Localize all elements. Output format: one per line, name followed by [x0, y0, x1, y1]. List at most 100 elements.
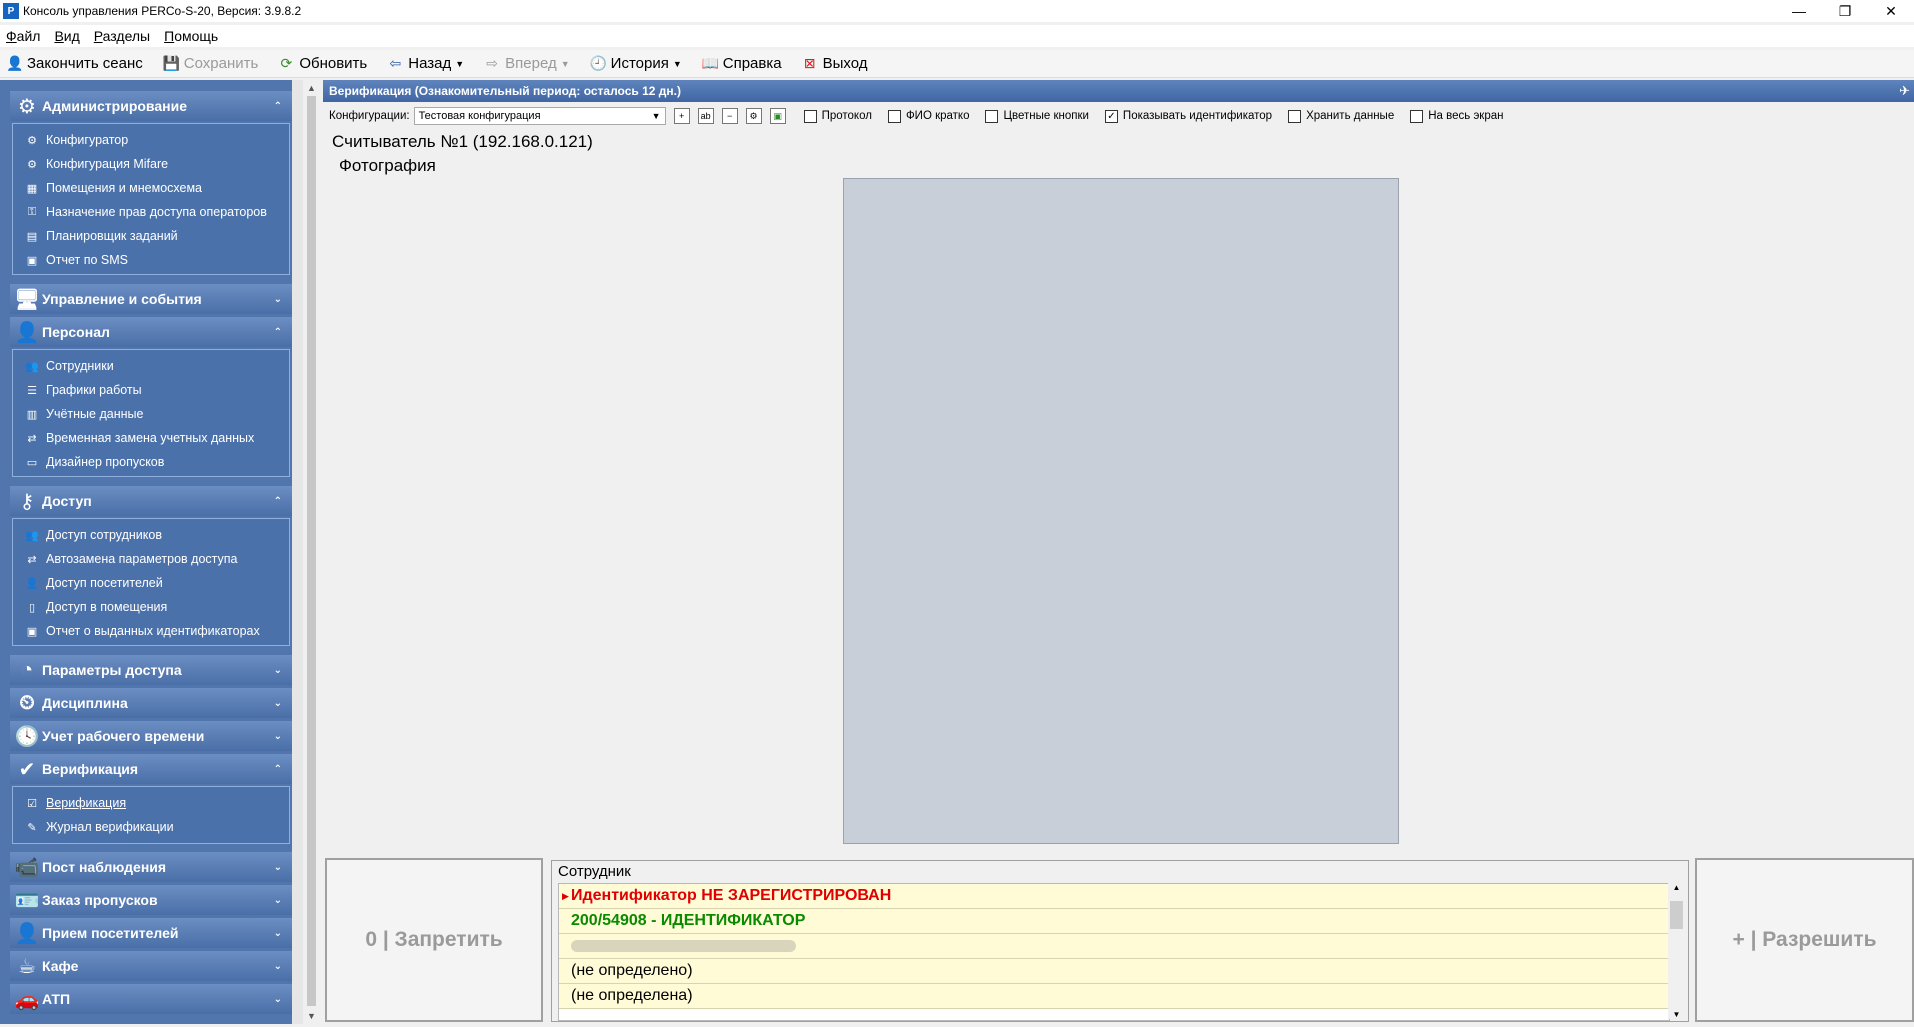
scroll-up-icon[interactable]: ▲: [1668, 883, 1685, 892]
photo-label: Фотография: [339, 156, 436, 175]
close-icon[interactable]: ✕: [1868, 0, 1914, 22]
chevron-down-icon[interactable]: ⌄: [274, 698, 282, 709]
section-control[interactable]: 🖥 Управление и события ⌄: [10, 284, 292, 314]
chevron-down-icon[interactable]: ⌄: [274, 731, 282, 742]
checkbox-show-identifier[interactable]: ✓ Показывать идентификатор: [1104, 109, 1272, 123]
sidebar-scrollbar[interactable]: ▲ ▼: [303, 80, 320, 1024]
monitor-icon[interactable]: ▣: [769, 108, 786, 124]
menu-view[interactable]: Вид: [54, 28, 79, 44]
section-pass-orders[interactable]: 🪪 Заказ пропусков ⌄: [10, 885, 292, 915]
sidebar-item-verification[interactable]: ☑ Верификация: [13, 791, 289, 815]
chevron-down-icon[interactable]: ⌄: [274, 928, 282, 939]
sidebar-item-rooms[interactable]: ▦ Помещения и мнемосхема: [13, 176, 289, 200]
checkbox-colored-buttons[interactable]: Цветные кнопки: [985, 109, 1089, 123]
sidebar-item-scheduler[interactable]: ▤ Планировщик заданий: [13, 224, 289, 248]
chevron-up-icon[interactable]: ⌃: [274, 101, 282, 112]
table-row[interactable]: (не определено): [559, 959, 1669, 984]
sidebar-item-visitor-access[interactable]: 👤 Доступ посетителей: [13, 571, 289, 595]
sidebar-item-auto-replace[interactable]: ⇄ Автозамена параметров доступа: [13, 547, 289, 571]
section-admin[interactable]: ⚙ Администрирование ⌃: [10, 91, 292, 121]
table-row[interactable]: [559, 934, 1669, 959]
sidebar-item-schedules[interactable]: ☰ Графики работы: [13, 378, 289, 402]
allow-button[interactable]: + | Разрешить: [1695, 858, 1914, 1022]
save-button[interactable]: 💾 Сохранить: [163, 55, 259, 72]
sidebar-item-mifare[interactable]: ⚙ Конфигурация Mifare: [13, 152, 289, 176]
sidebar-item-temp-credentials[interactable]: ⇄ Временная замена учетных данных: [13, 426, 289, 450]
checkbox-short-name[interactable]: ФИО кратко: [887, 109, 969, 123]
section-atp[interactable]: 🚗 АТП ⌄: [10, 984, 292, 1014]
rename-config-icon[interactable]: ab: [697, 108, 714, 124]
sidebar-item-sms-report[interactable]: ▣ Отчет по SMS: [13, 248, 289, 272]
exit-button[interactable]: ⊠ Выход: [802, 55, 868, 72]
section-access-params[interactable]: ◔ Параметры доступа ⌄: [10, 655, 292, 685]
key-icon: ⚷: [19, 490, 35, 513]
sidebar-item-employee-access[interactable]: 👥 Доступ сотрудников: [13, 523, 289, 547]
end-session-button[interactable]: 👤 Закончить сеанс: [6, 55, 143, 72]
chevron-up-icon[interactable]: ⌃: [274, 764, 282, 775]
section-visitors[interactable]: 👤 Прием посетителей ⌄: [10, 918, 292, 948]
history-button[interactable]: 🕘 История ▼: [590, 55, 682, 72]
chevron-down-icon[interactable]: ⌄: [274, 994, 282, 1005]
grid-scrollbar[interactable]: ▲ ▼: [1668, 883, 1685, 1019]
section-personnel[interactable]: 👤 Персонал ⌃: [10, 317, 292, 347]
scroll-down-icon[interactable]: ▼: [1668, 1010, 1685, 1019]
config-select[interactable]: Тестовая конфигурация ▼: [413, 107, 666, 125]
chevron-down-icon[interactable]: ⌄: [274, 665, 282, 676]
credentials-icon: ▥: [26, 408, 38, 421]
section-discipline[interactable]: ⏲ Дисциплина ⌄: [10, 688, 292, 718]
checkbox-store-data[interactable]: Хранить данные: [1288, 109, 1394, 123]
chevron-down-icon[interactable]: ▼: [455, 59, 464, 69]
minimize-icon[interactable]: —: [1776, 0, 1822, 22]
chevron-down-icon[interactable]: ⌄: [274, 961, 282, 972]
add-config-icon[interactable]: +: [673, 108, 690, 124]
settings-config-icon[interactable]: ⚙: [745, 108, 762, 124]
chevron-down-icon[interactable]: ⌄: [274, 895, 282, 906]
section-watch-post[interactable]: 📹 Пост наблюдения ⌄: [10, 852, 292, 882]
help-button[interactable]: 📖 Справка: [702, 55, 782, 72]
back-button[interactable]: ⇦ Назад ▼: [387, 55, 464, 72]
section-cafe[interactable]: ☕ Кафе ⌄: [10, 951, 292, 981]
table-row[interactable]: (не определена): [559, 984, 1669, 1009]
sidebar-splitter[interactable]: [292, 80, 303, 1024]
chevron-down-icon[interactable]: ⌄: [274, 294, 282, 305]
chevron-up-icon[interactable]: ⌃: [274, 327, 282, 338]
sidebar-item-verification-log[interactable]: ✎ Журнал верификации: [13, 815, 289, 839]
deny-button[interactable]: 0 | Запретить: [325, 858, 543, 1022]
refresh-button[interactable]: ⟳ Обновить: [278, 55, 367, 72]
verification-panel: Верификация (Ознакомительный период: ост…: [323, 80, 1914, 1024]
chevron-up-icon[interactable]: ⌃: [274, 496, 282, 507]
menu-file[interactable]: Файл: [6, 28, 40, 44]
chevron-down-icon[interactable]: ▼: [673, 59, 682, 69]
scroll-thumb[interactable]: [307, 96, 316, 1006]
swap-icon: ⇄: [27, 553, 37, 566]
section-worktime[interactable]: 🕓 Учет рабочего времени ⌄: [10, 721, 292, 751]
key-icon: ⚿: [27, 205, 37, 218]
sidebar-item-operator-rights[interactable]: ⚿ Назначение прав доступа операторов: [13, 200, 289, 224]
scroll-thumb[interactable]: [1670, 901, 1683, 929]
sidebar-item-room-access[interactable]: ▯ Доступ в помещения: [13, 595, 289, 619]
forward-button[interactable]: ⇨ Вперед ▼: [484, 55, 570, 72]
scroll-down-icon[interactable]: ▼: [303, 1008, 320, 1024]
sidebar-item-pass-designer[interactable]: ▭ Дизайнер пропусков: [13, 450, 289, 474]
table-row[interactable]: ▶ Идентификатор НЕ ЗАРЕГИСТРИРОВАН: [559, 884, 1669, 909]
section-verification[interactable]: ✔ Верификация ⌃: [10, 754, 292, 784]
scroll-up-icon[interactable]: ▲: [303, 80, 320, 96]
monitor-icon: 🖥: [14, 288, 40, 311]
sidebar-item-issued-report[interactable]: ▣ Отчет о выданных идентификаторах: [13, 619, 289, 643]
checkbox-fullscreen[interactable]: На весь экран: [1410, 109, 1503, 123]
chevron-down-icon[interactable]: ▼: [561, 59, 570, 69]
checkbox-protocol[interactable]: Протокол: [803, 109, 872, 123]
pin-icon[interactable]: ✈: [1899, 83, 1910, 99]
sidebar-item-employees[interactable]: 👥 Сотрудники: [13, 354, 289, 378]
menu-help[interactable]: Помощь: [164, 28, 218, 44]
delete-config-icon[interactable]: −: [721, 108, 738, 124]
menu-sections[interactable]: Разделы: [94, 28, 150, 44]
refresh-icon: ⟳: [280, 55, 293, 71]
section-access[interactable]: ⚷ Доступ ⌃: [10, 486, 292, 516]
sidebar-item-credentials[interactable]: ▥ Учётные данные: [13, 402, 289, 426]
restore-icon[interactable]: ❐: [1822, 0, 1868, 22]
employee-grid[interactable]: ▶ Идентификатор НЕ ЗАРЕГИСТРИРОВАН 200/54…: [558, 883, 1670, 1021]
chevron-down-icon[interactable]: ⌄: [274, 862, 282, 873]
table-row[interactable]: 200/54908 - ИДЕНТИФИКАТОР: [559, 909, 1669, 934]
sidebar-item-configurator[interactable]: ⚙ Конфигуратор: [13, 128, 289, 152]
